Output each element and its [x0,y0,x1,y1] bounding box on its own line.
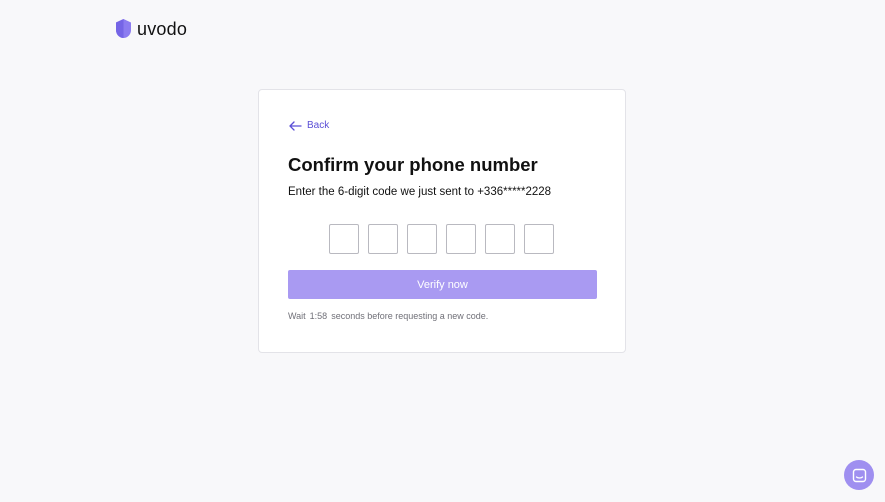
wait-prefix: Wait [288,311,306,321]
code-digit-1[interactable] [329,224,359,254]
shield-logo-icon [116,19,131,38]
countdown-timer: 1:58 [309,311,328,321]
code-input-group [329,224,554,254]
chat-icon [852,468,866,482]
code-instructions: Enter the 6-digit code we just sent to +… [288,186,552,198]
brand-name: uvodo [137,18,188,39]
brand-logo[interactable]: uvodo [115,18,187,39]
code-digit-4[interactable] [446,224,476,254]
verification-card: Back Confirm your phone number Enter the… [258,89,626,353]
wait-suffix: seconds before requesting a new code. [331,311,489,321]
page-title: Confirm your phone number [288,154,538,175]
chat-launcher-button[interactable] [844,460,874,490]
arrow-left-icon [289,120,302,131]
code-digit-3[interactable] [407,224,437,254]
page: uvodo Back Confirm your phone number Ent… [0,0,885,502]
resend-wait-text: Wait 1:58 seconds before requesting a ne… [288,311,488,321]
verify-button[interactable]: Verify now [288,270,597,299]
code-digit-6[interactable] [524,224,554,254]
code-digit-5[interactable] [485,224,515,254]
code-digit-2[interactable] [368,224,398,254]
back-link[interactable]: Back [289,120,329,131]
back-label: Back [307,120,330,131]
